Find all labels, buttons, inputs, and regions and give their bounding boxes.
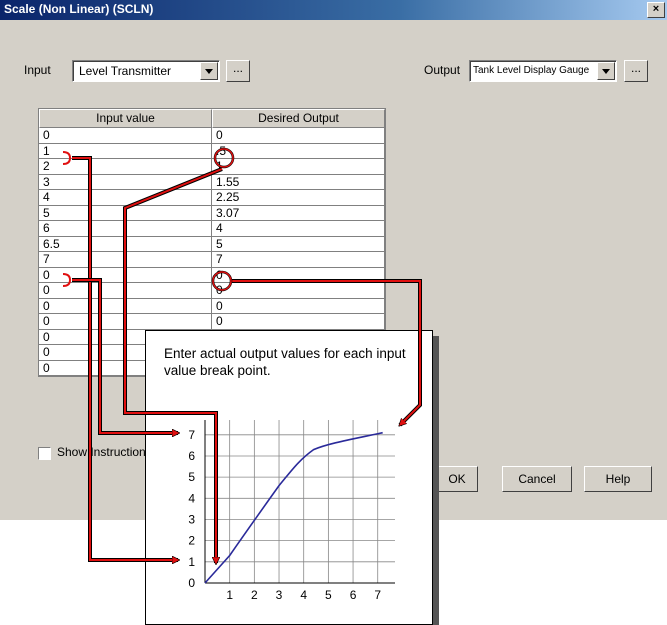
arrow-output-7	[232, 279, 422, 427]
y-tick-label: 6	[188, 449, 195, 463]
scale-chart: 1 2 3 4 5 6 7 0 1 2 3 4 5 6 7	[188, 420, 395, 602]
y-tick-label: 1	[188, 555, 195, 569]
y-tick-label: 4	[188, 491, 195, 505]
x-tick-label: 4	[300, 588, 307, 602]
series-line	[204, 431, 383, 584]
y-tick-label: 3	[188, 512, 195, 526]
y-tick-label: 2	[188, 534, 195, 548]
y-tick-label: 5	[188, 470, 195, 484]
x-tick-label: 3	[276, 588, 283, 602]
bracket-input-7	[62, 273, 72, 287]
x-tick-label: 7	[374, 588, 381, 602]
y-tick-label: 7	[188, 428, 195, 442]
x-tick-label: 6	[350, 588, 357, 602]
x-tick-label: 5	[325, 588, 332, 602]
arrow-output-0.5	[123, 167, 223, 563]
annotation-overlay: 1 2 3 4 5 6 7 0 1 2 3 4 5 6 7	[62, 147, 422, 602]
bracket-input-1	[62, 151, 72, 165]
x-tick-label: 2	[251, 588, 258, 602]
x-tick-label: 1	[226, 588, 233, 602]
annotation-arrows	[72, 156, 422, 563]
y-tick-label: 0	[188, 576, 195, 590]
